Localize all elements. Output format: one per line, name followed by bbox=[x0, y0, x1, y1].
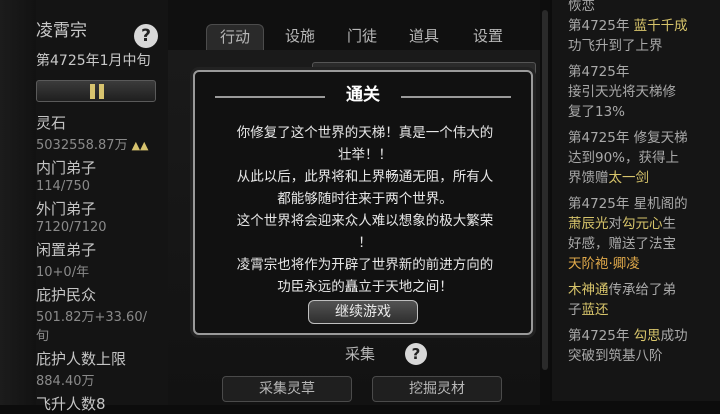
continue-game-button[interactable]: 继续游戏 bbox=[308, 300, 418, 324]
stat-value: 501.82万+33.60/旬 bbox=[36, 310, 147, 344]
stat-label: 飞升人数8 bbox=[36, 395, 106, 413]
stat-value: 884.40万 bbox=[36, 374, 95, 389]
log-line: 突破到筑基八阶 bbox=[568, 348, 663, 364]
stat-label: 内门弟子 bbox=[36, 159, 97, 177]
tab-items[interactable]: 道具 bbox=[396, 24, 452, 50]
log-line: 第4725年 蓝千千成 bbox=[568, 18, 688, 34]
message-line: ！ bbox=[358, 235, 372, 251]
scrollbar[interactable] bbox=[540, 0, 550, 405]
tab-facilities[interactable]: 设施 bbox=[272, 24, 328, 50]
message-line: 凌霄宗也将作为开辟了世界新的前进方向的 bbox=[236, 257, 494, 273]
message-line: 壮举！！ bbox=[338, 147, 392, 163]
stat-label: 庇护人数上限 bbox=[36, 350, 127, 368]
message-line: 功臣永远的矗立于天地之间！ bbox=[277, 279, 453, 295]
message-line: 从此以后，此界将和上界畅通无阻，所有人 bbox=[236, 169, 494, 185]
log-line: 复了13% bbox=[568, 104, 626, 120]
stat-protected-people: 庇护民众 501.82万+33.60/旬 bbox=[36, 284, 158, 344]
stat-value: 114/750 bbox=[36, 179, 91, 194]
stat-spirit-stone: 灵石 5032558.87万 ▲▲ bbox=[36, 112, 158, 153]
stat-protection-cap: 庇护人数上限 884.40万 bbox=[36, 348, 158, 389]
log-line: 萧辰光对勾元心生 bbox=[568, 216, 676, 232]
game-date: 第4725年1月中旬 bbox=[36, 53, 151, 69]
stat-label: 灵石 bbox=[36, 114, 67, 132]
stat-idle-disciples: 闲置弟子 10+0/年 bbox=[36, 239, 158, 280]
collect-section-title: 采集 bbox=[345, 345, 376, 363]
stat-outer-disciples: 外门弟子 7120/7120 bbox=[36, 198, 158, 235]
stat-label: 庇护民众 bbox=[36, 286, 97, 304]
pause-icon-bar-right bbox=[99, 84, 104, 99]
log-line: 界馈赠太一剑 bbox=[568, 170, 649, 186]
message-line: 你修复了这个世界的天梯！真是一个伟大的 bbox=[236, 125, 494, 141]
stat-value: 7120/7120 bbox=[36, 220, 107, 235]
log-line: 功飞升到了上界 bbox=[568, 38, 663, 54]
log-line: 第4725年 bbox=[568, 64, 630, 80]
log-line: 第4725年 星机阁的 bbox=[568, 196, 688, 212]
sect-banner-strip bbox=[0, 0, 36, 405]
sect-sidebar: 凌霄宗 ? 第4725年1月中旬 灵石 5032558.87万 ▲▲ 内门弟子 1… bbox=[0, 0, 168, 413]
message-line: 都能够随时往来于两个世界。 bbox=[277, 191, 453, 207]
stat-inner-disciples: 内门弟子 114/750 bbox=[36, 157, 158, 194]
pause-button[interactable] bbox=[36, 80, 156, 102]
pause-icon-bar-left bbox=[90, 84, 95, 99]
help-icon[interactable]: ? bbox=[134, 24, 158, 48]
tab-disciples[interactable]: 门徒 bbox=[334, 24, 390, 50]
dialog-message: 你修复了这个世界的天梯！真是一个伟大的 壮举！！ 从此以后，此界将和上界畅通无阻… bbox=[209, 122, 521, 298]
help-icon[interactable]: ? bbox=[405, 343, 427, 365]
stat-value: 10+0/年 bbox=[36, 265, 90, 280]
log-line: 恢恋 bbox=[568, 0, 595, 14]
log-line: 接引天光将天梯修 bbox=[568, 84, 676, 100]
log-line: 第4725年 修复天梯 bbox=[568, 130, 688, 146]
main-tabs: 行动 设施 门徒 道具 设置 bbox=[206, 24, 526, 50]
gather-herbs-button[interactable]: 采集灵草 bbox=[222, 376, 352, 402]
log-line: 好感，赠送了法宝 bbox=[568, 236, 676, 252]
log-line: 第4725年 勾思成功 bbox=[568, 328, 688, 344]
log-line: 达到90%，获得上 bbox=[568, 150, 680, 166]
dig-materials-button[interactable]: 挖掘灵材 bbox=[372, 376, 502, 402]
tab-action[interactable]: 行动 bbox=[206, 24, 264, 50]
log-line: 天阶袍·卿凌 bbox=[568, 256, 640, 272]
event-log: 恢恋 第4725年 蓝千千成 功飞升到了上界 第4725年 接引天光将天梯修 复… bbox=[552, 0, 720, 401]
scrollbar-thumb[interactable] bbox=[542, 10, 548, 370]
increase-arrows-icon: ▲▲ bbox=[131, 139, 149, 152]
victory-dialog: 通关 你修复了这个世界的天梯！真是一个伟大的 壮举！！ 从此以后，此界将和上界畅… bbox=[193, 70, 533, 335]
stat-label: 外门弟子 bbox=[36, 200, 97, 218]
message-line: 这个世界将会迎来众人难以想象的极大繁荣 bbox=[236, 213, 494, 229]
tab-settings[interactable]: 设置 bbox=[458, 24, 518, 50]
stat-label: 闲置弟子 bbox=[36, 241, 97, 259]
dialog-title: 通关 bbox=[346, 85, 380, 105]
log-line: 木神通传承给了弟 bbox=[568, 282, 676, 298]
log-line: 子蓝还 bbox=[568, 302, 609, 318]
stat-value: 5032558.87万 ▲▲ bbox=[36, 138, 149, 153]
stat-ascended: 飞升人数8 bbox=[36, 393, 158, 414]
